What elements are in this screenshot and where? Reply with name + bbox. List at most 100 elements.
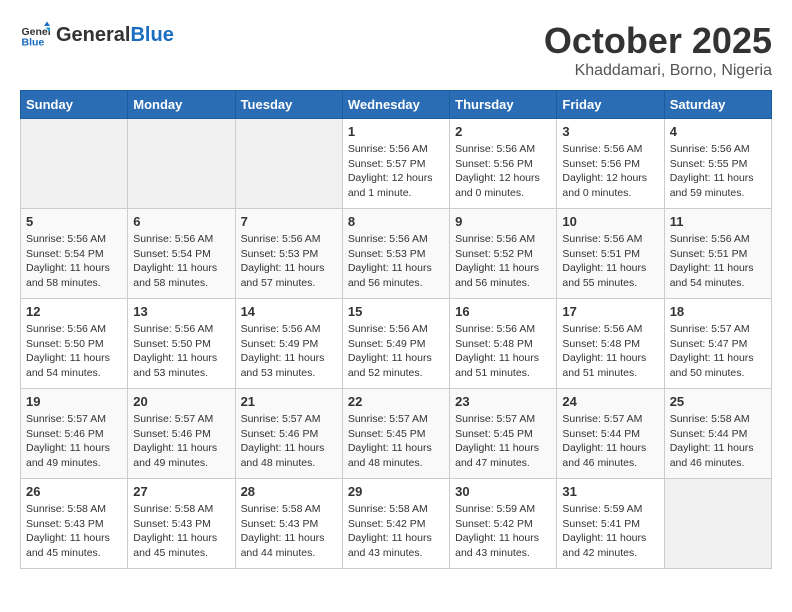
day-number: 3 bbox=[562, 124, 658, 139]
calendar-cell: 16Sunrise: 5:56 AMSunset: 5:48 PMDayligh… bbox=[450, 299, 557, 389]
calendar-cell: 20 Sunrise: 5:57 AMSunset: 5:46 PMDayligh… bbox=[128, 389, 235, 479]
page-header: General Blue General Blue October 2025 K… bbox=[20, 20, 772, 80]
calendar-cell: 25 Sunrise: 5:58 AMSunset: 5:44 PMDayligh… bbox=[664, 389, 771, 479]
day-number: 5 bbox=[26, 214, 122, 229]
day-info: Sunrise: 5:57 AMSunset: 5:46 PMDaylight:… bbox=[241, 412, 337, 471]
day-info: Sunrise: 5:57 AMSunset: 5:46 PMDaylight:… bbox=[133, 412, 229, 471]
calendar-cell: 24 Sunrise: 5:57 AMSunset: 5:44 PMDayligh… bbox=[557, 389, 664, 479]
week-row-4: 19Sunrise: 5:57 AMSunset: 5:46 PMDayligh… bbox=[21, 389, 772, 479]
calendar-cell: 18 Sunrise: 5:57 AMSunset: 5:47 PMDayligh… bbox=[664, 299, 771, 389]
day-number: 20 bbox=[133, 394, 229, 409]
logo-wordmark: General Blue bbox=[56, 24, 174, 47]
calendar-cell: 15Sunrise: 5:56 AMSunset: 5:49 PMDayligh… bbox=[342, 299, 449, 389]
day-number: 22 bbox=[348, 394, 444, 409]
calendar-cell: 19Sunrise: 5:57 AMSunset: 5:46 PMDayligh… bbox=[21, 389, 128, 479]
day-info: Sunrise: 5:57 AMSunset: 5:47 PMDaylight:… bbox=[670, 322, 766, 381]
calendar-cell: 7 Sunrise: 5:56 AMSunset: 5:53 PMDaylight… bbox=[235, 209, 342, 299]
calendar-cell: 13 Sunrise: 5:56 AMSunset: 5:50 PMDayligh… bbox=[128, 299, 235, 389]
logo-icon: General Blue bbox=[20, 20, 50, 50]
day-number: 24 bbox=[562, 394, 658, 409]
day-number: 23 bbox=[455, 394, 551, 409]
day-info: Sunrise: 5:56 AMSunset: 5:50 PMDaylight:… bbox=[26, 322, 122, 381]
day-number: 1 bbox=[348, 124, 444, 139]
day-info: Sunrise: 5:56 AMSunset: 5:54 PMDaylight:… bbox=[26, 232, 122, 291]
day-info: Sunrise: 5:56 AMSunset: 5:51 PMDaylight:… bbox=[670, 232, 766, 291]
day-number: 30 bbox=[455, 484, 551, 499]
day-number: 17 bbox=[562, 304, 658, 319]
logo-blue: Blue bbox=[130, 24, 173, 47]
calendar-cell: 9 Sunrise: 5:56 AMSunset: 5:52 PMDaylight… bbox=[450, 209, 557, 299]
day-info: Sunrise: 5:56 AMSunset: 5:56 PMDaylight:… bbox=[562, 142, 658, 201]
calendar-cell: 22 Sunrise: 5:57 AMSunset: 5:45 PMDayligh… bbox=[342, 389, 449, 479]
day-info: Sunrise: 5:56 AMSunset: 5:50 PMDaylight:… bbox=[133, 322, 229, 381]
day-number: 13 bbox=[133, 304, 229, 319]
location-title: Khaddamari, Borno, Nigeria bbox=[544, 62, 772, 80]
calendar-cell: 4 Sunrise: 5:56 AMSunset: 5:55 PMDaylight… bbox=[664, 119, 771, 209]
day-info: Sunrise: 5:58 AMSunset: 5:43 PMDaylight:… bbox=[26, 502, 122, 561]
week-row-3: 12 Sunrise: 5:56 AMSunset: 5:50 PMDayligh… bbox=[21, 299, 772, 389]
weekday-header-wednesday: Wednesday bbox=[342, 91, 449, 119]
calendar-cell bbox=[235, 119, 342, 209]
day-info: Sunrise: 5:58 AMSunset: 5:43 PMDaylight:… bbox=[241, 502, 337, 561]
weekday-header-thursday: Thursday bbox=[450, 91, 557, 119]
calendar-cell: 28Sunrise: 5:58 AMSunset: 5:43 PMDayligh… bbox=[235, 479, 342, 569]
calendar-cell bbox=[21, 119, 128, 209]
logo: General Blue General Blue bbox=[20, 20, 174, 50]
day-info: Sunrise: 5:56 AMSunset: 5:53 PMDaylight:… bbox=[241, 232, 337, 291]
title-area: October 2025 Khaddamari, Borno, Nigeria bbox=[544, 20, 772, 80]
day-number: 6 bbox=[133, 214, 229, 229]
day-number: 8 bbox=[348, 214, 444, 229]
calendar-cell: 3 Sunrise: 5:56 AMSunset: 5:56 PMDaylight… bbox=[557, 119, 664, 209]
day-number: 31 bbox=[562, 484, 658, 499]
day-number: 29 bbox=[348, 484, 444, 499]
day-info: Sunrise: 5:56 AMSunset: 5:54 PMDaylight:… bbox=[133, 232, 229, 291]
calendar-cell: 12 Sunrise: 5:56 AMSunset: 5:50 PMDayligh… bbox=[21, 299, 128, 389]
calendar-cell: 5 Sunrise: 5:56 AMSunset: 5:54 PMDaylight… bbox=[21, 209, 128, 299]
calendar-cell: 23 Sunrise: 5:57 AMSunset: 5:45 PMDayligh… bbox=[450, 389, 557, 479]
day-info: Sunrise: 5:56 AMSunset: 5:53 PMDaylight:… bbox=[348, 232, 444, 291]
day-info: Sunrise: 5:56 AMSunset: 5:52 PMDaylight:… bbox=[455, 232, 551, 291]
calendar-cell: 8 Sunrise: 5:56 AMSunset: 5:53 PMDaylight… bbox=[342, 209, 449, 299]
weekday-header-monday: Monday bbox=[128, 91, 235, 119]
day-info: Sunrise: 5:57 AMSunset: 5:46 PMDaylight:… bbox=[26, 412, 122, 471]
svg-text:Blue: Blue bbox=[22, 37, 45, 49]
calendar-cell: 11Sunrise: 5:56 AMSunset: 5:51 PMDayligh… bbox=[664, 209, 771, 299]
weekday-header-row: SundayMondayTuesdayWednesdayThursdayFrid… bbox=[21, 91, 772, 119]
calendar-cell: 30Sunrise: 5:59 AMSunset: 5:42 PMDayligh… bbox=[450, 479, 557, 569]
day-info: Sunrise: 5:59 AMSunset: 5:41 PMDaylight:… bbox=[562, 502, 658, 561]
day-info: Sunrise: 5:58 AMSunset: 5:44 PMDaylight:… bbox=[670, 412, 766, 471]
logo-general: General bbox=[56, 24, 130, 47]
day-info: Sunrise: 5:56 AMSunset: 5:49 PMDaylight:… bbox=[241, 322, 337, 381]
day-number: 9 bbox=[455, 214, 551, 229]
day-info: Sunrise: 5:56 AMSunset: 5:55 PMDaylight:… bbox=[670, 142, 766, 201]
calendar-cell: 14Sunrise: 5:56 AMSunset: 5:49 PMDayligh… bbox=[235, 299, 342, 389]
day-number: 18 bbox=[670, 304, 766, 319]
day-info: Sunrise: 5:56 AMSunset: 5:48 PMDaylight:… bbox=[562, 322, 658, 381]
calendar-cell: 29Sunrise: 5:58 AMSunset: 5:42 PMDayligh… bbox=[342, 479, 449, 569]
day-number: 10 bbox=[562, 214, 658, 229]
day-info: Sunrise: 5:56 AMSunset: 5:48 PMDaylight:… bbox=[455, 322, 551, 381]
day-number: 7 bbox=[241, 214, 337, 229]
week-row-1: 1Sunrise: 5:56 AMSunset: 5:57 PMDaylight… bbox=[21, 119, 772, 209]
day-info: Sunrise: 5:57 AMSunset: 5:45 PMDaylight:… bbox=[348, 412, 444, 471]
day-number: 27 bbox=[133, 484, 229, 499]
weekday-header-tuesday: Tuesday bbox=[235, 91, 342, 119]
weekday-header-sunday: Sunday bbox=[21, 91, 128, 119]
day-number: 26 bbox=[26, 484, 122, 499]
day-info: Sunrise: 5:56 AMSunset: 5:56 PMDaylight:… bbox=[455, 142, 551, 201]
day-info: Sunrise: 5:57 AMSunset: 5:44 PMDaylight:… bbox=[562, 412, 658, 471]
calendar-table: SundayMondayTuesdayWednesdayThursdayFrid… bbox=[20, 90, 772, 569]
day-info: Sunrise: 5:57 AMSunset: 5:45 PMDaylight:… bbox=[455, 412, 551, 471]
calendar-cell: 26 Sunrise: 5:58 AMSunset: 5:43 PMDayligh… bbox=[21, 479, 128, 569]
day-number: 2 bbox=[455, 124, 551, 139]
calendar-cell: 21Sunrise: 5:57 AMSunset: 5:46 PMDayligh… bbox=[235, 389, 342, 479]
day-number: 15 bbox=[348, 304, 444, 319]
calendar-cell bbox=[128, 119, 235, 209]
day-info: Sunrise: 5:56 AMSunset: 5:51 PMDaylight:… bbox=[562, 232, 658, 291]
day-number: 12 bbox=[26, 304, 122, 319]
calendar-cell: 6 Sunrise: 5:56 AMSunset: 5:54 PMDaylight… bbox=[128, 209, 235, 299]
day-number: 4 bbox=[670, 124, 766, 139]
calendar-cell bbox=[664, 479, 771, 569]
day-number: 25 bbox=[670, 394, 766, 409]
weekday-header-saturday: Saturday bbox=[664, 91, 771, 119]
